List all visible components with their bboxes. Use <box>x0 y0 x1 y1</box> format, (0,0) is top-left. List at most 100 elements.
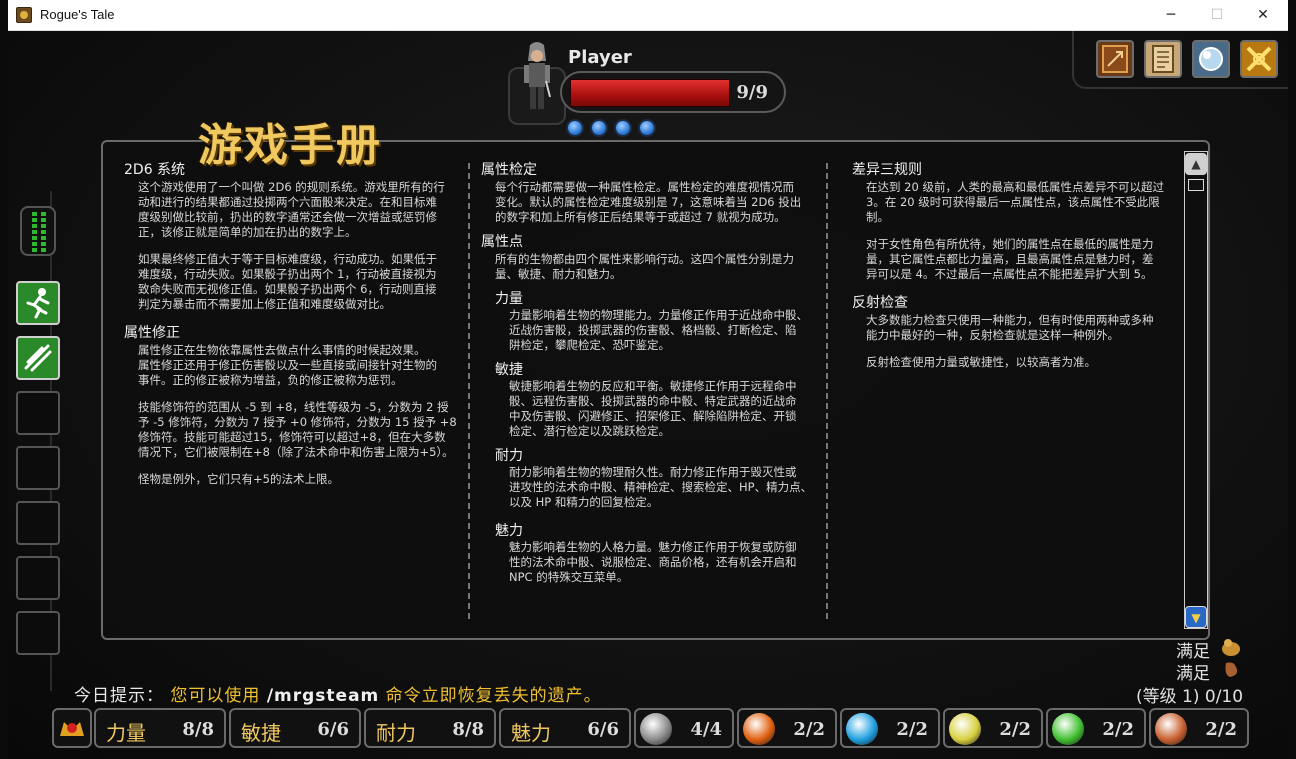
orb-icon[interactable] <box>1192 40 1230 78</box>
water-orb-icon <box>846 713 878 745</box>
section-text: 大多数能力检查只使用一种能力，但有时使用两种或多种 能力中最好的一种，反射检查就… <box>866 313 1154 342</box>
player-name: Player <box>568 47 632 68</box>
resource-value: 4/4 <box>690 719 722 740</box>
level-progress: (等级 1) 0/10 <box>1136 687 1244 707</box>
hp-bar-frame: 9/9 <box>560 71 786 113</box>
xp-segment <box>41 224 46 228</box>
section-title: 差异三规则 <box>852 162 922 178</box>
minimize-button[interactable]: ─ <box>1148 0 1194 31</box>
xp-segment <box>41 236 46 240</box>
xp-segment <box>32 242 37 246</box>
manual-scrollbar[interactable] <box>1184 151 1208 629</box>
subsection-title: 力量 <box>495 291 523 307</box>
scroll-map-icon[interactable] <box>1144 40 1182 78</box>
stat-label: 耐力 <box>376 721 416 745</box>
resource-earth-orb[interactable]: 2/2 <box>1046 708 1146 748</box>
skill-slot-empty[interactable] <box>16 446 60 490</box>
mana-dot <box>566 119 584 137</box>
spirit-orb-icon <box>1155 713 1187 745</box>
subsection-text: 力量影响着生物的物理能力。力量修正作用于近战命中骰、 近战伤害骰，投掷武器的伤害… <box>509 308 808 352</box>
skill-slot-slash[interactable] <box>16 336 60 380</box>
title-bar: Rogue's Tale ─ ☐ ✕ <box>8 0 1288 31</box>
mana-dots <box>566 119 666 139</box>
stat-value: 6/6 <box>587 719 619 740</box>
crossed-swords-icon[interactable] <box>1240 40 1278 78</box>
section-text: 反射检查使用力量或敏捷性，以较高者为准。 <box>866 355 1096 369</box>
section-text: 每个行动都需要做一种属性检定。属性检定的难度视情况而 变化。默认的属性检定难度级… <box>495 180 802 224</box>
scroll-down-button[interactable]: ▼ <box>1185 606 1207 628</box>
mana-dot <box>638 119 656 137</box>
stat-label: 魅力 <box>511 721 551 745</box>
wing-slash-icon <box>24 344 52 372</box>
skill-slot-empty[interactable] <box>16 391 60 435</box>
section-text: 对于女性角色有所优待，她们的属性点在最低的属性是力 量，其它属性点都比力量高，且… <box>866 237 1154 281</box>
skill-slot-empty[interactable] <box>16 611 60 655</box>
xp-segment <box>32 248 37 252</box>
skill-slot-empty[interactable] <box>16 501 60 545</box>
section-text: 这个游戏使用了一个叫做 2D6 的规则系统。游戏里所有的行 动和进行的结果都通过… <box>138 180 445 239</box>
resource-air-orb[interactable]: 2/2 <box>943 708 1043 748</box>
window-title: Rogue's Tale <box>40 7 115 22</box>
player-portrait[interactable] <box>508 39 566 125</box>
skill-slot-run[interactable] <box>16 281 60 325</box>
resource-fire-orb[interactable]: 2/2 <box>737 708 837 748</box>
resource-spirit-orb[interactable]: 2/2 <box>1149 708 1249 748</box>
hp-bar-fill <box>570 79 730 107</box>
xp-segment <box>32 218 37 222</box>
section-title: 2D6 系统 <box>124 162 186 178</box>
game-window: Rogue's Tale ─ ☐ ✕ Player 9/9 游戏手册 2D6 系… <box>0 0 1296 759</box>
section-text: 在达到 20 级前，人类的最高和最低属性点差异不可以超过 3。在 20 级时可获… <box>866 180 1164 224</box>
section-text: 所有的生物都由四个属性来影响行动。这四个属性分别是力 量、敏捷、耐力和魅力。 <box>495 252 794 281</box>
xp-meter <box>20 206 56 256</box>
section-title: 属性检定 <box>481 162 537 178</box>
resource-value: 2/2 <box>793 719 825 740</box>
section-title: 属性点 <box>481 234 523 250</box>
subsection-title: 敏捷 <box>495 362 523 378</box>
resource-value: 2/2 <box>1205 719 1237 740</box>
scroll-thumb[interactable] <box>1188 179 1204 191</box>
stat-constitution[interactable]: 耐力 8/8 <box>364 708 496 748</box>
earth-orb-icon <box>1052 713 1084 745</box>
app-icon <box>16 7 32 23</box>
manual-column-2: 属性检定 每个行动都需要做一种属性检定。属性检定的难度视情况而 变化。默认的属性… <box>481 161 826 585</box>
mana-dot <box>614 119 632 137</box>
mana-dot <box>590 119 608 137</box>
scroll-up-button[interactable]: ▲ <box>1185 153 1207 175</box>
crown-flame-icon <box>60 722 84 736</box>
stat-strength[interactable]: 力量 8/8 <box>94 708 226 748</box>
xp-segment <box>32 224 37 228</box>
section-text: 属性修正在生物依靠属性去做点什么事情的时候起效果。 属性修正还用于修正伤害骰以及… <box>138 343 437 387</box>
subsection-text: 耐力影响着生物的物理耐久性。耐力修正作用于毁灭性或 进攻性的法术命中骰、精神检定… <box>509 465 813 509</box>
tip-prefix: 今日提示： <box>74 686 164 706</box>
section-text: 怪物是例外，它们只有+5的法术上限。 <box>138 472 339 486</box>
daily-tip: 今日提示： 您可以使用 /mrgsteam 命令立即恢复丢失的遗产。 <box>74 681 602 706</box>
resource-water-orb[interactable]: 2/2 <box>840 708 940 748</box>
stat-bar: 力量 8/8 敏捷 6/6 耐力 8/8 魅力 6/6 4/4 2/2 2/2 2/2… <box>52 708 1249 748</box>
hydration-status: 满足 <box>1176 664 1210 684</box>
stat-charisma[interactable]: 魅力 6/6 <box>499 708 631 748</box>
column-divider <box>468 163 470 619</box>
hydration-icon <box>1220 659 1242 679</box>
air-orb-icon <box>949 713 981 745</box>
skill-slot-empty[interactable] <box>16 556 60 600</box>
section-title: 属性修正 <box>124 325 180 341</box>
xp-segment <box>32 230 37 234</box>
tip-text: 命令立即恢复丢失的遗产。 <box>385 686 602 706</box>
subsection-text: 魅力影响着生物的人格力量。魅力修正作用于恢复或防御 性的法术命中骰、说服检定、商… <box>509 540 797 584</box>
class-emblem[interactable] <box>52 708 92 748</box>
resource-dragon[interactable]: 4/4 <box>634 708 734 748</box>
tip-command: /mrgsteam <box>266 686 380 706</box>
resource-value: 2/2 <box>896 719 928 740</box>
stat-value: 8/8 <box>452 719 484 740</box>
stat-value: 6/6 <box>317 719 349 740</box>
stat-dexterity[interactable]: 敏捷 6/6 <box>229 708 361 748</box>
hp-text: 9/9 <box>736 82 768 103</box>
maximize-button[interactable]: ☐ <box>1194 0 1240 31</box>
close-button[interactable]: ✕ <box>1240 0 1286 31</box>
stat-value: 8/8 <box>182 719 214 740</box>
manual-column-1: 2D6 系统 这个游戏使用了一个叫做 2D6 的规则系统。游戏里所有的行 动和进… <box>124 161 474 487</box>
column-divider <box>826 163 828 619</box>
xp-segment <box>41 242 46 246</box>
resource-value: 2/2 <box>1102 719 1134 740</box>
spellbook-icon[interactable] <box>1096 40 1134 78</box>
